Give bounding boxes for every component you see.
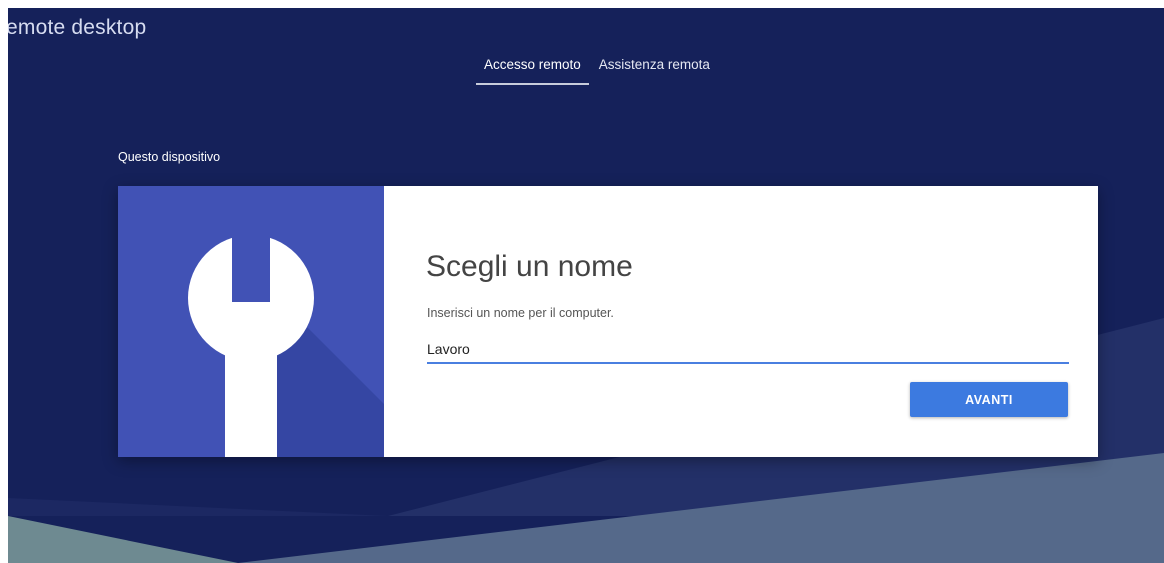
tab-bar: Accesso remoto Assistenza remota [476, 57, 720, 85]
section-label: Questo dispositivo [118, 150, 221, 164]
card-description: Inserisci un nome per il computer. [427, 306, 614, 320]
card-illustration [118, 186, 384, 457]
next-button[interactable]: AVANTI [910, 382, 1068, 417]
card-content: Scegli un nome Inserisci un nome per il … [384, 186, 1098, 457]
app-window: emote desktop Accesso remoto Assistenza … [8, 8, 1164, 563]
computer-name-input[interactable] [427, 338, 1069, 364]
setup-card: Scegli un nome Inserisci un nome per il … [118, 186, 1098, 457]
card-title: Scegli un nome [426, 250, 633, 283]
tab-remote-access[interactable]: Accesso remoto [476, 57, 589, 85]
tab-remote-support[interactable]: Assistenza remota [591, 57, 718, 85]
app-title: emote desktop [8, 16, 147, 39]
wrench-icon [188, 228, 384, 457]
